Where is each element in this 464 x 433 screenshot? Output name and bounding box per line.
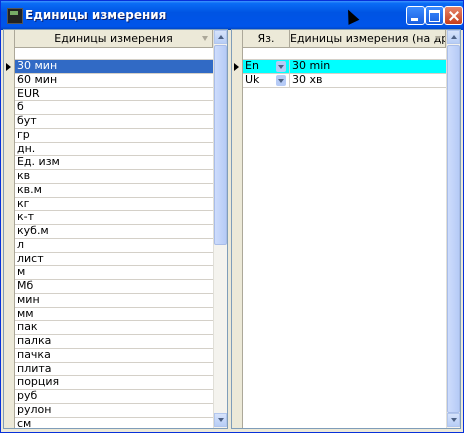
unit-name-cell: палка [17, 335, 52, 347]
scroll-thumb[interactable] [214, 45, 227, 245]
unit-name-cell: б [17, 101, 24, 114]
unit-row[interactable]: м [15, 266, 213, 280]
unit-name-cell: кв.м [17, 183, 42, 196]
unit-row[interactable]: к-т [15, 211, 213, 225]
unit-row[interactable]: мин [15, 294, 213, 308]
unit-name-cell: порция [17, 376, 60, 389]
translated-name-column-header[interactable]: Единицы измерения (на др. яз.) [290, 30, 446, 48]
unit-row[interactable]: мм [15, 308, 213, 322]
unit-name-cell: руб [17, 390, 38, 402]
main-window: Единицы измерения Единицы измерения 30 м… [0, 0, 464, 433]
unit-name-cell: плита [17, 362, 52, 375]
unit-name-cell: 60 мин [17, 73, 58, 86]
row-indicator-column [4, 30, 15, 428]
translated-name-cell[interactable]: 30 min [290, 60, 446, 73]
unit-name-cell: дн. [17, 142, 36, 155]
language-column-header[interactable]: Яз. [243, 30, 290, 48]
translation-row[interactable]: En 30 min [243, 60, 446, 74]
unit-name-cell: кг [17, 197, 30, 210]
unit-name-cell: л [17, 238, 25, 251]
scroll-down-button[interactable] [214, 413, 227, 427]
unit-row[interactable]: б [15, 101, 213, 115]
unit-name-cell: куб.м [17, 225, 49, 237]
units-grid: Единицы измерения 30 мин 60 мин EUR б бут гр д… [3, 29, 228, 429]
unit-name-cell: кв [17, 170, 31, 182]
translation-row[interactable]: Uk 30 хв [243, 73, 446, 88]
title-bar[interactable]: Единицы измерения [1, 1, 463, 30]
unit-row[interactable]: кв.м [15, 184, 213, 198]
unit-row[interactable]: Мб [15, 280, 213, 294]
unit-row[interactable]: 30 мин [15, 60, 213, 74]
unit-row[interactable]: см [15, 417, 213, 429]
unit-row[interactable]: дн. [15, 143, 213, 157]
unit-name-cell: рулон [17, 403, 52, 416]
unit-row[interactable]: рулон [15, 404, 213, 418]
unit-name-cell: EUR [17, 87, 40, 100]
unit-row[interactable]: пак [15, 321, 213, 335]
filter-icon[interactable] [435, 36, 441, 41]
chevron-down-icon[interactable] [276, 74, 286, 86]
unit-name-cell: 30 мин [17, 60, 58, 72]
unit-name-cell: см [17, 417, 32, 429]
unit-row[interactable]: лист [15, 253, 213, 267]
language-cell[interactable]: En [243, 60, 290, 73]
translated-name-cell[interactable]: 30 хв [290, 74, 446, 87]
unit-row[interactable]: 60 мин [15, 74, 213, 88]
scroll-up-button[interactable] [447, 30, 460, 44]
unit-name-cell: м [17, 266, 26, 279]
unit-name-cell: к-т [17, 211, 35, 224]
language-code: En [245, 60, 259, 72]
unit-row[interactable]: бут [15, 115, 213, 129]
current-row-indicator-icon [234, 63, 239, 71]
scroll-up-button[interactable] [214, 30, 227, 44]
unit-row[interactable]: плита [15, 363, 213, 377]
current-row-indicator-icon [6, 63, 11, 71]
filter-icon[interactable] [202, 36, 208, 41]
unit-row[interactable]: порция [15, 376, 213, 390]
units-vertical-scrollbar[interactable] [213, 30, 227, 428]
scroll-thumb[interactable] [447, 45, 460, 413]
unit-name-cell: мин [17, 293, 40, 306]
chevron-down-icon[interactable] [276, 61, 286, 72]
minimize-button[interactable] [406, 6, 425, 25]
scroll-down-button[interactable] [447, 413, 460, 427]
unit-row[interactable]: л [15, 239, 213, 253]
unit-row[interactable]: гр [15, 129, 213, 143]
unit-name-cell: мм [17, 307, 34, 320]
unit-row[interactable]: палка [15, 335, 213, 349]
unit-name-cell: гр [17, 128, 30, 141]
translations-filter-row[interactable] [243, 48, 446, 60]
unit-name-cell: бут [17, 115, 37, 127]
window-title: Единицы измерения [25, 8, 167, 22]
units-filter-row[interactable] [15, 48, 213, 60]
unit-row[interactable]: пачка [15, 349, 213, 363]
unit-row[interactable]: Ед. изм [15, 156, 213, 170]
units-column-header[interactable]: Единицы измерения [15, 30, 213, 48]
unit-row[interactable]: кг [15, 198, 213, 212]
translations-grid: Яз. Единицы измерения (на др. яз.) En 30 … [231, 29, 461, 429]
mouse-cursor-icon [342, 7, 360, 25]
language-code: Uk [245, 73, 260, 86]
unit-name-cell: лист [17, 252, 44, 265]
language-cell[interactable]: Uk [243, 73, 290, 87]
unit-row[interactable]: кв [15, 170, 213, 184]
maximize-button[interactable] [425, 6, 444, 25]
unit-name-cell: пак [17, 321, 38, 334]
translations-vertical-scrollbar[interactable] [446, 30, 460, 428]
unit-row[interactable]: EUR [15, 88, 213, 102]
unit-row[interactable]: руб [15, 390, 213, 404]
close-button[interactable] [444, 6, 463, 25]
unit-name-cell: Ед. изм [17, 156, 60, 169]
unit-row[interactable]: куб.м [15, 225, 213, 239]
row-indicator-column [232, 30, 243, 428]
unit-name-cell: Мб [17, 280, 34, 292]
app-icon[interactable] [7, 8, 23, 24]
unit-name-cell: пачка [17, 348, 51, 361]
